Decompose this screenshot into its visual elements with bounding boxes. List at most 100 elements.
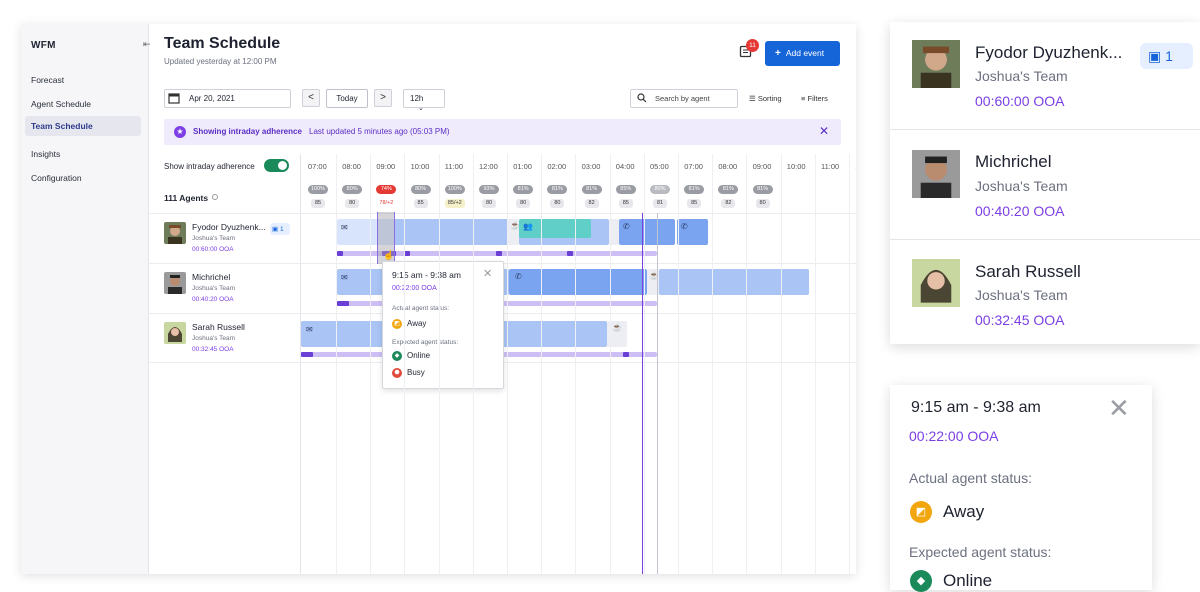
timeline-hour-label: 02:00	[547, 162, 567, 171]
timeline-hour-label: 12:00	[479, 162, 498, 171]
schedule-block[interactable]	[394, 219, 509, 245]
date-field[interactable]: Apr 20, 2021	[164, 89, 291, 108]
adherence-percentage: 80%	[410, 185, 431, 194]
actual-status-label: Actual agent status:	[392, 305, 450, 312]
timeline-hour-label: 10:00	[786, 162, 806, 171]
online-icon: ◆	[910, 570, 932, 592]
agent-ooa: 00:40:20 OOA	[192, 296, 234, 303]
search-icon	[637, 93, 647, 103]
timeline-gridline	[438, 154, 440, 574]
sidebar-item-agent-schedule[interactable]: Agent Schedule	[25, 94, 141, 114]
info-icon[interactable]	[212, 194, 218, 200]
timeline-gridline	[814, 154, 816, 574]
timeline-gridline	[575, 154, 577, 574]
star-icon: ★	[174, 126, 186, 138]
add-event-button[interactable]: + Add event	[765, 41, 840, 66]
agent-name[interactable]: Sarah Russell	[192, 322, 245, 332]
agent-name[interactable]: Michrichel	[192, 272, 230, 282]
timeline-gridline	[712, 154, 714, 574]
events-count: 1	[1165, 48, 1173, 64]
sidebar-item-team-schedule[interactable]: Team Schedule	[25, 116, 141, 136]
filter-icon: ≡	[801, 94, 806, 103]
avatar	[912, 150, 960, 198]
people-icon: 👥	[523, 222, 533, 231]
tooltip-ooa: 00:22:00 OOA	[909, 428, 999, 444]
adherence-percentage: 74%	[376, 185, 397, 194]
zoom-value: 12h	[410, 94, 424, 103]
close-icon[interactable]: ✕	[483, 267, 492, 280]
today-button[interactable]: Today	[326, 89, 368, 108]
timeline-gridline	[541, 154, 543, 574]
timeline-hour-label: 09:00	[376, 162, 396, 171]
events-badge[interactable]: ▣ 1	[1140, 43, 1193, 69]
timeline-hour-label: 03:00	[581, 162, 601, 171]
sidebar-item-configuration[interactable]: Configuration	[25, 168, 141, 188]
phone-icon: ✆	[681, 222, 688, 231]
agent-ooa: 00:32:45 OOA	[975, 312, 1065, 328]
adherence-toggle[interactable]	[264, 159, 289, 172]
tooltip-range: 9:15 am - 9:38 am	[911, 399, 1041, 416]
banner-close-button[interactable]: ✕	[819, 124, 829, 138]
adherence-percentage: 80%	[342, 185, 363, 194]
adherence-percentage: 81%	[547, 185, 568, 194]
close-icon[interactable]: ✕	[1108, 393, 1130, 424]
adherence-toggle-label: Show intraday adherence	[164, 162, 255, 171]
zoomed-agents-panel: Fyodor Dyuzhenk... Joshua's Team 00:60:0…	[890, 22, 1200, 344]
actual-status-label: Actual agent status:	[909, 470, 1032, 486]
banner-text: Last updated 5 minutes ago (05:03 PM)	[309, 127, 450, 136]
chevron-down-icon: ⌄	[418, 105, 424, 112]
adherence-percentage: 81%	[684, 185, 705, 194]
timeline-gridline	[472, 154, 474, 574]
call-block[interactable]	[509, 269, 647, 295]
events-badge[interactable]: ▣ 1	[270, 223, 290, 235]
zoom-select[interactable]: 12h ⌄	[403, 89, 445, 112]
timeline-gridline	[507, 154, 508, 574]
sidebar-item-forecast[interactable]: Forecast	[25, 70, 141, 90]
prev-day-button[interactable]: <	[302, 89, 320, 107]
email-icon: ✉	[341, 273, 348, 282]
agent-name[interactable]: Michrichel	[975, 152, 1052, 172]
sorting-button[interactable]: ☰ Sorting	[749, 94, 782, 103]
expected-status-value-1: Online	[407, 351, 431, 360]
avatar	[164, 272, 186, 294]
agent-name[interactable]: Fyodor Dyuzhenk...	[975, 43, 1122, 63]
zoomed-tooltip: 9:15 am - 9:38 am ✕ 00:22:00 OOA Actual …	[890, 385, 1152, 592]
timeline-hour-label: 08:00	[342, 162, 361, 171]
timeline-hour-label: 07:00	[684, 162, 703, 171]
expected-status-label: Expected agent status:	[392, 339, 459, 346]
filters-button[interactable]: ≡ Filters	[801, 94, 828, 103]
adherence-percentage: 81%	[718, 185, 739, 194]
agent-count-label: 80	[516, 199, 531, 208]
agent-name[interactable]: Fyodor Dyuzhenk...	[192, 222, 266, 232]
adherence-percentage: 100%	[308, 185, 328, 194]
sidebar-item-insights[interactable]: Insights	[25, 144, 141, 164]
adherence-mark	[623, 352, 629, 357]
expected-status-value: Online	[943, 571, 993, 590]
agent-team: Joshua's Team	[975, 287, 1068, 303]
main-content: Team Schedule Updated yesterday at 12:00…	[149, 24, 856, 574]
schedule-block[interactable]	[659, 269, 809, 295]
adherence-mark	[337, 301, 349, 306]
agent-name[interactable]: Sarah Russell	[975, 262, 1081, 282]
agent-team: Joshua's Team	[192, 335, 236, 342]
events-count: 1	[279, 226, 284, 233]
page-subtitle: Updated yesterday at 12:00 PM	[164, 57, 277, 66]
agent-count-label: 80	[345, 199, 360, 208]
timeline-hour-label: 11:00	[444, 162, 464, 171]
agent-count-label: 80	[755, 199, 770, 208]
next-day-button[interactable]: >	[374, 89, 392, 107]
agent-count-label: 80	[482, 199, 496, 208]
timeline-gridline	[336, 154, 337, 574]
agent-team: Joshua's Team	[192, 235, 236, 242]
adherence-percentage: 93%	[479, 185, 499, 194]
email-icon: ✉	[341, 223, 348, 232]
row-separator	[890, 129, 1200, 130]
table-row[interactable]: Fyodor Dyuzhenk... Joshua's Team 00:60:0…	[149, 213, 856, 263]
page-title: Team Schedule	[164, 35, 281, 52]
adherence-mark	[496, 251, 502, 256]
tooltip-ooa: 00:22:00 OOA	[392, 285, 437, 292]
coffee-icon: ☕	[612, 323, 622, 332]
agent-count-label: 80	[550, 199, 565, 208]
timeline-hour-label: 05:00	[650, 162, 669, 171]
expected-status-label: Expected agent status:	[909, 544, 1052, 560]
